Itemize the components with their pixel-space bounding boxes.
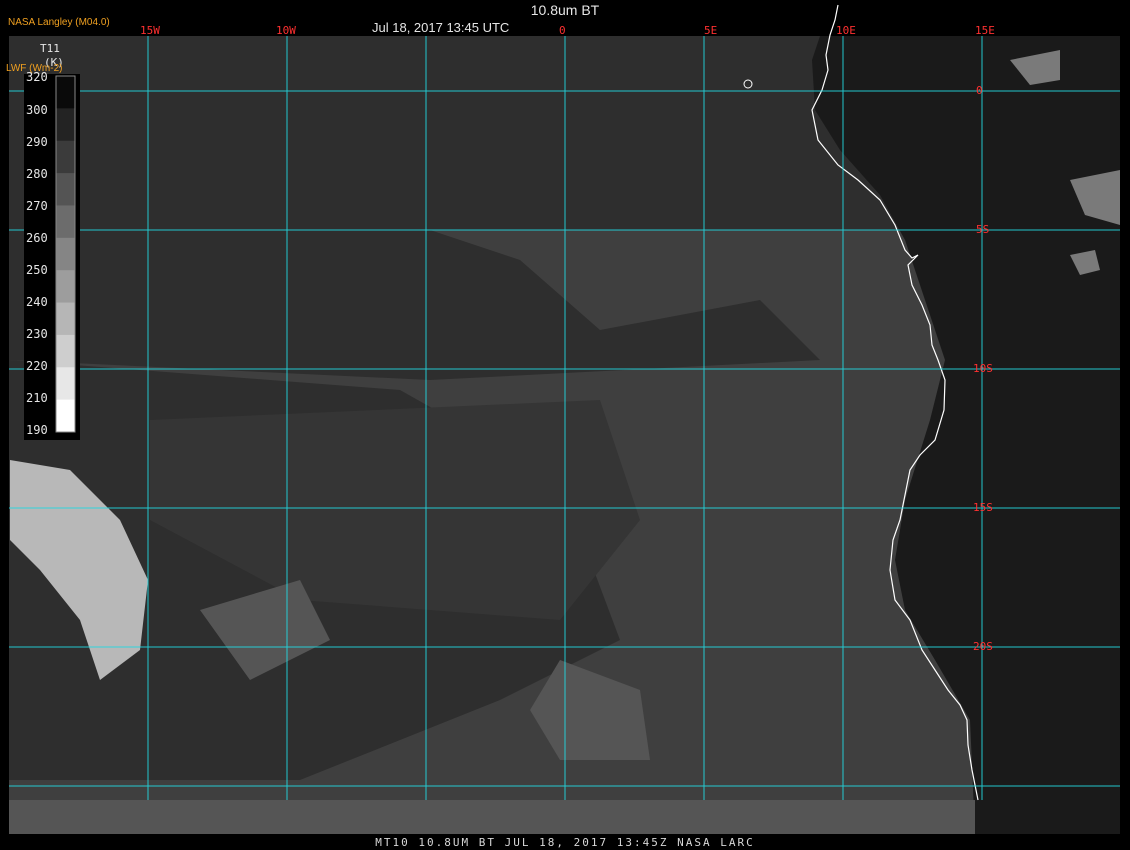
satellite-image-map (0, 0, 1130, 850)
legend-parameter: T11 (40, 42, 60, 55)
colorbar-segment (56, 140, 75, 174)
lat-label: 20S (973, 640, 993, 653)
legend-tick: 250 (26, 263, 48, 277)
colorbar-segment (56, 108, 75, 142)
image-title: 10.8um BT (530, 2, 600, 18)
colorbar-segment (56, 173, 75, 206)
legend-tick: 300 (26, 103, 48, 117)
legend-tick: 320 (26, 70, 48, 84)
colorbar-segment (56, 367, 75, 401)
lon-label: 0 (559, 24, 566, 37)
lon-label: 15E (975, 24, 995, 37)
lon-label: 10W (276, 24, 296, 37)
colorbar-segment (56, 237, 75, 271)
legend-tick: 210 (26, 391, 48, 405)
lon-label: 5E (704, 24, 718, 37)
lat-label: 15S (973, 501, 993, 514)
agency-label: NASA Langley (M04.0) (8, 17, 110, 28)
legend-tick: 230 (26, 327, 48, 341)
lon-label: 10E (836, 24, 856, 37)
image-timestamp: Jul 18, 2017 13:45 UTC (372, 20, 510, 35)
legend-tick: 290 (26, 135, 48, 149)
colorbar-segment (56, 205, 75, 239)
legend-tick: 270 (26, 199, 48, 213)
colorbar-segment (56, 270, 75, 304)
legend-tick: 190 (26, 423, 48, 437)
lat-label: 5S (976, 223, 990, 236)
legend-tick: 220 (26, 359, 48, 373)
lat-label: 10S (973, 362, 993, 375)
footer-caption: MT10 10.8UM BT JUL 18, 2017 13:45Z NASA … (375, 836, 755, 849)
colorbar-segment (56, 302, 75, 336)
colorbar-segment (56, 76, 75, 109)
colorbar-segment (56, 334, 75, 368)
legend-tick: 260 (26, 231, 48, 245)
lon-label: 15W (140, 24, 160, 37)
legend-tick: 240 (26, 295, 48, 309)
legend-tick: 280 (26, 167, 48, 181)
lat-label: 0 (976, 84, 983, 97)
colorbar-segment (56, 399, 75, 433)
